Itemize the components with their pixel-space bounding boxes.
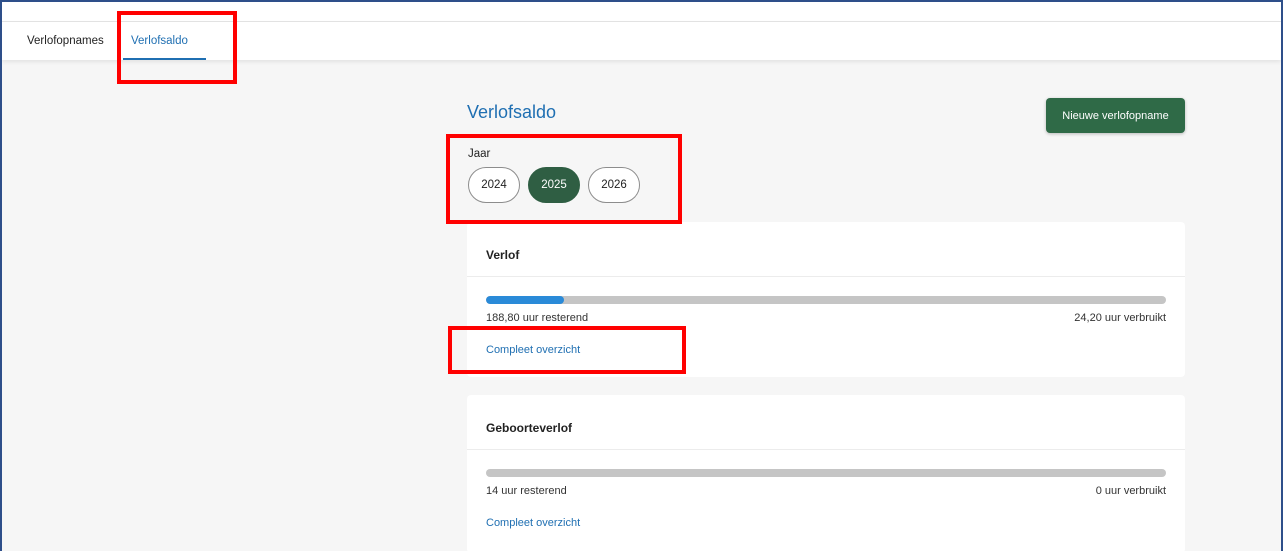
card-title: Verlof xyxy=(467,222,1185,277)
birth-leave-card: Geboorteverlof 14 uur resterend 0 uur ve… xyxy=(467,395,1185,551)
leave-balance-card: Verlof 188,80 uur resterend 24,20 uur ve… xyxy=(467,222,1185,377)
tab-verlofsaldo[interactable]: Verlofsaldo xyxy=(123,22,206,60)
full-overview-link[interactable]: Compleet overzicht xyxy=(486,517,580,529)
progress-fill xyxy=(486,296,564,304)
tab-bar: Verlofopnames Verlofsaldo xyxy=(2,22,1281,60)
hours-remaining: 188,80 uur resterend xyxy=(486,312,589,324)
year-option-2025[interactable]: 2025 xyxy=(528,167,580,203)
year-label: Jaar xyxy=(468,148,491,160)
app-window: Verlofopnames Verlofsaldo Verlofsaldo Ni… xyxy=(0,0,1283,551)
hours-remaining: 14 uur resterend xyxy=(486,485,567,497)
page-title: Verlofsaldo xyxy=(467,102,557,122)
year-option-2026[interactable]: 2026 xyxy=(588,167,640,203)
progress-bar xyxy=(486,296,1166,304)
new-leave-request-button[interactable]: Nieuwe verlofopname xyxy=(1046,98,1185,133)
progress-bar xyxy=(486,469,1166,477)
year-option-2024[interactable]: 2024 xyxy=(468,167,520,203)
top-strip xyxy=(2,2,1281,22)
tab-verlofopnames[interactable]: Verlofopnames xyxy=(27,22,104,60)
year-selector: 2024 2025 2026 xyxy=(468,167,640,203)
card-title: Geboorteverlof xyxy=(467,395,1185,450)
hours-used: 0 uur verbruikt xyxy=(1095,485,1166,497)
full-overview-link[interactable]: Compleet overzicht xyxy=(486,344,580,356)
hours-used: 24,20 uur verbruikt xyxy=(1074,312,1166,324)
